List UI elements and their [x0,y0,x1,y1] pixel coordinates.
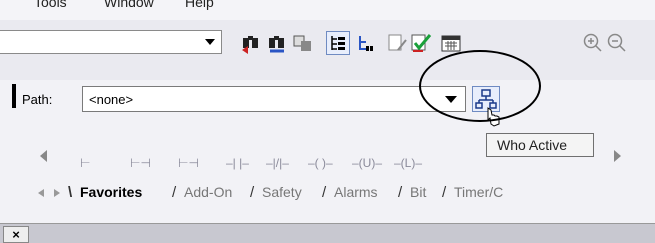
find-next-icon[interactable] [266,32,288,54]
toolbar-separator [0,70,655,80]
chevron-down-icon[interactable] [205,39,215,45]
instruction-item[interactable]: ⊢⊣ [178,156,199,170]
instruction-scroll-right-icon[interactable] [614,150,621,162]
tab-alarms[interactable]: Alarms [334,184,378,200]
instruction-item[interactable]: –|/|– [266,156,289,170]
tab-divider: / [322,184,327,201]
tab-scroll-right-icon[interactable] [54,189,60,197]
tab-divider: \ [68,184,73,201]
menu-item-help[interactable]: Help [185,0,214,10]
tab-divider: / [398,184,403,201]
calendar-icon[interactable] [440,32,462,54]
instruction-tab-row: \ Favorites / Add-On / Safety / Alarms /… [26,180,646,206]
tab-timer-counter[interactable]: Timer/C [454,184,503,200]
tab-divider: / [172,184,177,201]
close-icon[interactable]: × [3,226,29,243]
replace-icon[interactable] [292,32,314,54]
menu-bar: Tools Window Help [0,0,655,20]
verify-check-icon[interactable] [410,32,432,54]
tab-divider: / [442,184,447,201]
tab-bit[interactable]: Bit [410,184,426,200]
find-icon[interactable] [240,32,262,54]
path-dropdown[interactable]: <none> [82,86,466,112]
instruction-item[interactable]: –(U)– [352,156,382,170]
bottom-status-bar [0,223,655,243]
tab-favorites[interactable]: Favorites [80,184,142,200]
tab-safety[interactable]: Safety [262,184,302,200]
edit-document-icon[interactable] [386,32,408,54]
tab-add-on[interactable]: Add-On [184,184,232,200]
zoom-in-icon[interactable] [582,32,604,54]
network-tree-icon[interactable] [356,32,378,54]
instruction-item[interactable]: –| |– [226,156,249,170]
menu-item-window[interactable]: Window [104,0,154,10]
toolbar-combo[interactable] [0,30,222,54]
path-value: <none> [89,92,134,107]
instruction-palette: ⊢ ⊢⊣ ⊢⊣ –| |– –|/|– –( )– –(U)– –(L)– [26,134,646,184]
highlight-circle [419,50,541,122]
tree-view-icon[interactable] [326,31,350,55]
menu-item-tools[interactable]: Tools [34,0,67,10]
instruction-item[interactable]: ⊢⊣ [130,156,151,170]
tab-divider: / [250,184,255,201]
path-label: Path: [22,92,53,107]
panel-edge [12,84,16,108]
tab-scroll-left-icon[interactable] [38,189,44,197]
instruction-item[interactable]: –( )– [308,156,333,170]
instruction-item[interactable]: –(L)– [394,156,422,170]
instruction-item[interactable]: ⊢ [80,156,90,170]
zoom-out-icon[interactable] [606,32,628,54]
